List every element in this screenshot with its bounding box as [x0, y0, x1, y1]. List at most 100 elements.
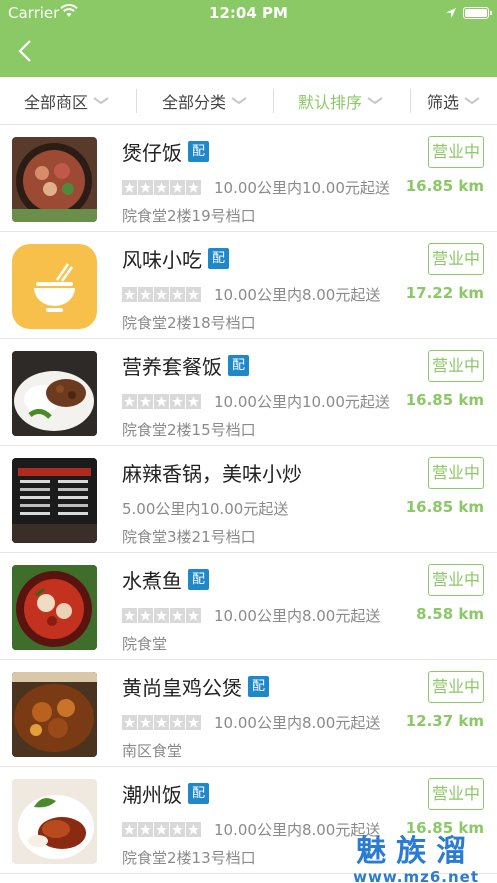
- restaurant-address: 院食堂: [122, 635, 168, 653]
- watermark-title: 魅族溜: [356, 834, 477, 869]
- open-status-badge: 营业中: [428, 243, 484, 275]
- star-icon: [138, 608, 153, 623]
- status-bar: Carrier 12:04 PM: [0, 0, 497, 26]
- filter-business-district[interactable]: 全部商区: [24, 77, 109, 125]
- star-icon: [122, 608, 137, 623]
- filter-label: 全部商区: [24, 93, 89, 112]
- restaurant-name: 潮州饭: [122, 783, 182, 807]
- filter-sort[interactable]: 默认排序: [298, 77, 383, 125]
- distance-label: 8.58 km: [416, 605, 484, 623]
- filter-category[interactable]: 全部分类: [162, 77, 247, 125]
- restaurant-name: 黄尚皇鸡公煲: [122, 676, 242, 700]
- star-icon: [122, 180, 137, 195]
- back-button[interactable]: [16, 39, 38, 63]
- filter-label: 全部分类: [162, 93, 227, 112]
- delivery-info: 10.00公里内8.00元起送: [214, 607, 381, 625]
- chevron-down-icon: [231, 97, 247, 105]
- star-icon: [170, 180, 185, 195]
- delivery-info: 10.00公里内10.00元起送: [214, 179, 390, 197]
- delivery-badge: 配: [188, 569, 209, 590]
- delivery-info: 10.00公里内8.00元起送: [214, 286, 381, 304]
- delivery-badge: 配: [228, 355, 249, 376]
- star-icon: [186, 287, 201, 302]
- star-icon: [154, 180, 169, 195]
- star-icon: [138, 394, 153, 409]
- noodle-bowl-icon: [12, 244, 97, 329]
- boiled-fish-photo: [12, 565, 97, 650]
- restaurant-row[interactable]: 营养套餐饭 配 10.00公里内10.00元起送 院食堂2楼15号档口 营业中 …: [0, 339, 497, 446]
- roast-duck-photo: [12, 779, 97, 864]
- rating-stars: [122, 287, 202, 302]
- filter-screen[interactable]: 筛选: [427, 77, 480, 125]
- restaurant-name: 营养套餐饭: [122, 355, 222, 379]
- restaurant-address: 院食堂2楼13号档口: [122, 849, 256, 867]
- star-icon: [186, 715, 201, 730]
- chevron-down-icon: [367, 97, 383, 105]
- distance-label: 12.37 km: [405, 712, 484, 730]
- restaurant-row[interactable]: 黄尚皇鸡公煲 配 10.00公里内8.00元起送 南区食堂 营业中 12.37 …: [0, 660, 497, 767]
- rating-stars: [122, 822, 202, 837]
- rating-stars: [122, 608, 202, 623]
- chicken-pot-photo: [12, 672, 97, 757]
- rice-set-photo: [12, 351, 97, 436]
- menu-board-photo: [12, 458, 97, 543]
- star-icon: [186, 394, 201, 409]
- distance-label: 16.85 km: [405, 177, 484, 195]
- star-icon: [122, 287, 137, 302]
- chevron-left-icon: [18, 40, 31, 62]
- chevron-down-icon: [93, 97, 109, 105]
- star-icon: [170, 394, 185, 409]
- star-icon: [154, 608, 169, 623]
- star-icon: [170, 608, 185, 623]
- filter-bar: 全部商区 全部分类 默认排序 筛选: [0, 77, 497, 125]
- star-icon: [122, 715, 137, 730]
- star-icon: [122, 394, 137, 409]
- star-icon: [138, 822, 153, 837]
- location-arrow-icon: [445, 5, 457, 23]
- star-icon: [138, 180, 153, 195]
- star-icon: [170, 287, 185, 302]
- restaurant-name: 煲仔饭: [122, 141, 182, 165]
- delivery-badge: 配: [208, 248, 229, 269]
- delivery-badge: 配: [188, 141, 209, 162]
- distance-label: 16.85 km: [405, 391, 484, 409]
- star-icon: [122, 822, 137, 837]
- star-icon: [186, 822, 201, 837]
- chevron-down-icon: [464, 97, 480, 105]
- rating-stars: [122, 394, 202, 409]
- open-status-badge: 营业中: [428, 350, 484, 382]
- rating-stars: [122, 715, 202, 730]
- restaurant-row[interactable]: 风味小吃 配 10.00公里内8.00元起送 院食堂2楼18号档口 营业中 17…: [0, 232, 497, 339]
- star-icon: [154, 715, 169, 730]
- battery-icon: [463, 7, 492, 19]
- divider: [136, 89, 137, 113]
- filter-label: 默认排序: [298, 93, 363, 112]
- delivery-info: 5.00公里内10.00元起送: [122, 500, 289, 518]
- open-status-badge: 营业中: [428, 671, 484, 703]
- restaurant-address: 院食堂2楼19号档口: [122, 207, 256, 225]
- restaurant-row[interactable]: 麻辣香锅，美味小炒 5.00公里内10.00元起送 院食堂3楼21号档口 营业中…: [0, 446, 497, 553]
- restaurant-name: 风味小吃: [122, 248, 202, 272]
- restaurant-list: 煲仔饭 配 10.00公里内10.00元起送 院食堂2楼19号档口 营业中 16…: [0, 125, 497, 874]
- watermark-url: www.mz6.net: [353, 868, 479, 883]
- star-icon: [138, 287, 153, 302]
- star-icon: [154, 287, 169, 302]
- delivery-info: 10.00公里内10.00元起送: [214, 393, 390, 411]
- restaurant-address: 院食堂2楼18号档口: [122, 314, 256, 332]
- open-status-badge: 营业中: [428, 564, 484, 596]
- restaurant-row[interactable]: 水煮鱼 配 10.00公里内8.00元起送 院食堂 营业中 8.58 km: [0, 553, 497, 660]
- watermark: 魅族溜 www.mz6.net: [353, 836, 479, 883]
- restaurant-row[interactable]: 煲仔饭 配 10.00公里内10.00元起送 院食堂2楼19号档口 营业中 16…: [0, 125, 497, 232]
- delivery-info: 10.00公里内8.00元起送: [214, 714, 381, 732]
- restaurant-address: 南区食堂: [122, 742, 183, 760]
- restaurant-address: 院食堂2楼15号档口: [122, 421, 256, 439]
- distance-label: 16.85 km: [405, 498, 484, 516]
- star-icon: [138, 715, 153, 730]
- restaurant-name: 麻辣香锅，美味小炒: [122, 462, 302, 486]
- rating-stars: [122, 180, 202, 195]
- clock: 12:04 PM: [209, 4, 288, 22]
- distance-label: 17.22 km: [405, 284, 484, 302]
- star-icon: [170, 822, 185, 837]
- divider: [273, 89, 274, 113]
- open-status-badge: 营业中: [428, 457, 484, 489]
